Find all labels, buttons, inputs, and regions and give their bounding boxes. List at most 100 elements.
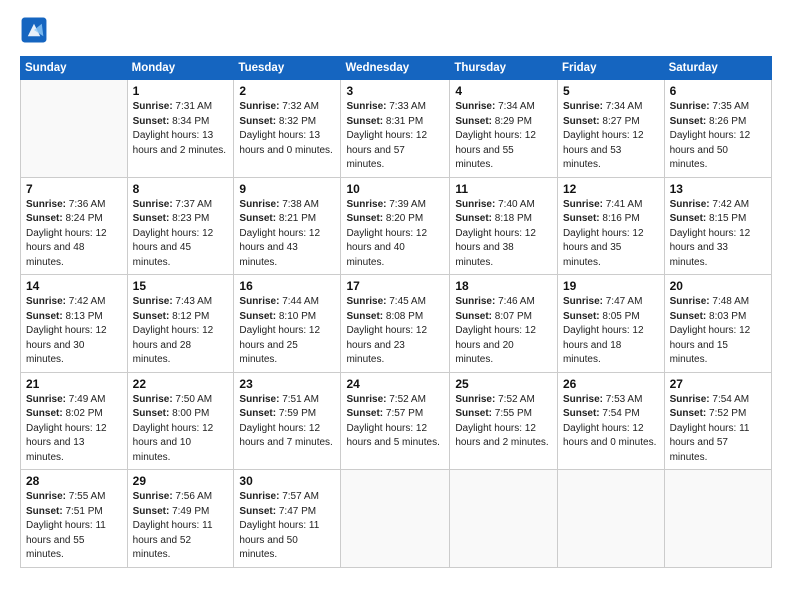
calendar-cell: 10 Sunrise: 7:39 AMSunset: 8:20 PMDayligh… xyxy=(341,177,450,275)
weekday-header: Thursday xyxy=(450,57,558,80)
sunset-label: Sunset: xyxy=(670,116,707,127)
day-info: Sunrise: 7:41 AMSunset: 8:16 PMDaylight … xyxy=(563,198,659,271)
calendar-cell: 28Sunrise: 7:55 AMSunset: 7:51 PMDayligh… xyxy=(21,470,128,568)
daylight-label: Daylight hours: 12 hours and 25 minutes. xyxy=(239,325,320,365)
day-number: 28 xyxy=(26,474,122,488)
calendar-cell: 16Sunrise: 7:44 AMSunset: 8:10 PMDayligh… xyxy=(234,275,341,373)
sunset-label: Sunset: xyxy=(670,408,707,419)
day-info: Sunrise: 7:53 AMSunset: 7:54 PMDaylight … xyxy=(563,393,659,451)
sunrise-label: Sunrise: xyxy=(455,296,495,307)
day-number: 2 xyxy=(239,84,335,98)
sunrise-label: Sunrise: xyxy=(133,394,173,405)
daylight-label: Daylight hours: 11 hours and 50 minutes. xyxy=(239,520,319,560)
day-number: 10 xyxy=(346,182,444,196)
day-number: 13 xyxy=(670,182,766,196)
day-number: 15 xyxy=(133,279,229,293)
daylight-label: Daylight hours: 12 hours and 15 minutes. xyxy=(670,325,751,365)
calendar-cell xyxy=(450,470,558,568)
day-info: Sunrise: 7:52 AMSunset: 7:57 PMDaylight … xyxy=(346,393,444,451)
sunset-label: Sunset: xyxy=(346,408,383,419)
daylight-label: Daylight hours: 11 hours and 52 minutes. xyxy=(133,520,213,560)
daylight-label: Daylight hours: 12 hours and 30 minutes. xyxy=(26,325,107,365)
logo xyxy=(20,16,52,44)
calendar-cell: 23Sunrise: 7:51 AMSunset: 7:59 PMDayligh… xyxy=(234,372,341,470)
day-number: 7 xyxy=(26,182,122,196)
sunrise-label: Sunrise: xyxy=(346,394,386,405)
weekday-header: Sunday xyxy=(21,57,128,80)
daylight-label: Daylight hours: 12 hours and 33 minutes. xyxy=(670,228,751,268)
day-number: 23 xyxy=(239,377,335,391)
day-number: 27 xyxy=(670,377,766,391)
day-info: Sunrise: 7:31 AMSunset: 8:34 PMDaylight … xyxy=(133,100,229,158)
day-number: 26 xyxy=(563,377,659,391)
sunset-label: Sunset: xyxy=(670,311,707,322)
day-info: Sunrise: 7:50 AMSunset: 8:00 PMDaylight … xyxy=(133,393,229,466)
sunrise-label: Sunrise: xyxy=(133,101,173,112)
day-info: Sunrise: 7:43 AMSunset: 8:12 PMDaylight … xyxy=(133,295,229,368)
calendar-week-row: 7Sunrise: 7:36 AMSunset: 8:24 PMDaylight… xyxy=(21,177,772,275)
sunrise-label: Sunrise: xyxy=(133,296,173,307)
sunrise-label: Sunrise: xyxy=(563,296,603,307)
sunset-label: Sunset: xyxy=(563,116,600,127)
daylight-label: Daylight hours: 12 hours and 18 minutes. xyxy=(563,325,644,365)
day-info: Sunrise: 7:37 AMSunset: 8:23 PMDaylight … xyxy=(133,198,229,271)
day-number: 12 xyxy=(563,182,659,196)
sunrise-label: Sunrise: xyxy=(239,394,279,405)
calendar-cell: 3Sunrise: 7:33 AMSunset: 8:31 PMDaylight… xyxy=(341,80,450,178)
weekday-header: Friday xyxy=(557,57,664,80)
calendar-cell: 19 Sunrise: 7:47 AMSunset: 8:05 PMDayligh… xyxy=(557,275,664,373)
calendar-cell: 18Sunrise: 7:46 AMSunset: 8:07 PMDayligh… xyxy=(450,275,558,373)
sunrise-label: Sunrise: xyxy=(26,394,66,405)
daylight-label: Daylight hours: 12 hours and 45 minutes. xyxy=(133,228,214,268)
day-number: 17 xyxy=(346,279,444,293)
day-info: Sunrise: 7:34 AMSunset: 8:27 PMDaylight … xyxy=(563,100,659,173)
daylight-label: Daylight hours: 13 hours and 2 minutes. xyxy=(133,130,226,156)
sunrise-label: Sunrise: xyxy=(563,199,603,210)
daylight-label: Daylight hours: 12 hours and 50 minutes. xyxy=(670,130,751,170)
sunrise-label: Sunrise: xyxy=(670,296,710,307)
sunset-label: Sunset: xyxy=(239,506,276,517)
sunset-label: Sunset: xyxy=(346,311,383,322)
day-info: Sunrise: 7:34 AMSunset: 8:29 PMDaylight … xyxy=(455,100,552,173)
weekday-header: Monday xyxy=(127,57,234,80)
sunset-label: Sunset: xyxy=(455,311,492,322)
sunrise-label: Sunrise: xyxy=(563,394,603,405)
daylight-label: Daylight hours: 12 hours and 5 minutes. xyxy=(346,423,439,449)
sunrise-label: Sunrise: xyxy=(239,199,279,210)
sunset-label: Sunset: xyxy=(26,408,63,419)
day-info: Sunrise: 7:47 AMSunset: 8:05 PMDaylight … xyxy=(563,295,659,368)
sunrise-label: Sunrise: xyxy=(670,199,710,210)
daylight-label: Daylight hours: 12 hours and 2 minutes. xyxy=(455,423,548,449)
sunrise-label: Sunrise: xyxy=(455,101,495,112)
sunrise-label: Sunrise: xyxy=(455,394,495,405)
daylight-label: Daylight hours: 12 hours and 10 minutes. xyxy=(133,423,214,463)
calendar-cell: 20Sunrise: 7:48 AMSunset: 8:03 PMDayligh… xyxy=(664,275,771,373)
daylight-label: Daylight hours: 12 hours and 38 minutes. xyxy=(455,228,536,268)
daylight-label: Daylight hours: 12 hours and 40 minutes. xyxy=(346,228,427,268)
daylight-label: Daylight hours: 12 hours and 55 minutes. xyxy=(455,130,536,170)
daylight-label: Daylight hours: 12 hours and 20 minutes. xyxy=(455,325,536,365)
day-number: 22 xyxy=(133,377,229,391)
day-number: 11 xyxy=(455,182,552,196)
daylight-label: Daylight hours: 12 hours and 0 minutes. xyxy=(563,423,656,449)
day-info: Sunrise: 7:39 AMSunset: 8:20 PMDaylight … xyxy=(346,198,444,271)
calendar-cell: 13 Sunrise: 7:42 AMSunset: 8:15 PMDayligh… xyxy=(664,177,771,275)
sunset-label: Sunset: xyxy=(26,213,63,224)
calendar-cell: 1 Sunrise: 7:31 AMSunset: 8:34 PMDaylight… xyxy=(127,80,234,178)
daylight-label: Daylight hours: 12 hours and 28 minutes. xyxy=(133,325,214,365)
calendar-cell: 9Sunrise: 7:38 AMSunset: 8:21 PMDaylight… xyxy=(234,177,341,275)
weekday-header: Tuesday xyxy=(234,57,341,80)
daylight-label: Daylight hours: 12 hours and 57 minutes. xyxy=(346,130,427,170)
daylight-label: Daylight hours: 11 hours and 57 minutes. xyxy=(670,423,750,463)
daylight-label: Daylight hours: 12 hours and 43 minutes. xyxy=(239,228,320,268)
daylight-label: Daylight hours: 12 hours and 23 minutes. xyxy=(346,325,427,365)
daylight-label: Daylight hours: 12 hours and 35 minutes. xyxy=(563,228,644,268)
day-number: 29 xyxy=(133,474,229,488)
day-info: Sunrise: 7:42 AMSunset: 8:15 PMDaylight … xyxy=(670,198,766,271)
calendar-week-row: 1 Sunrise: 7:31 AMSunset: 8:34 PMDaylight… xyxy=(21,80,772,178)
day-number: 1 xyxy=(133,84,229,98)
calendar-cell: 25Sunrise: 7:52 AMSunset: 7:55 PMDayligh… xyxy=(450,372,558,470)
sunset-label: Sunset: xyxy=(133,116,170,127)
sunset-label: Sunset: xyxy=(563,408,600,419)
day-number: 19 xyxy=(563,279,659,293)
